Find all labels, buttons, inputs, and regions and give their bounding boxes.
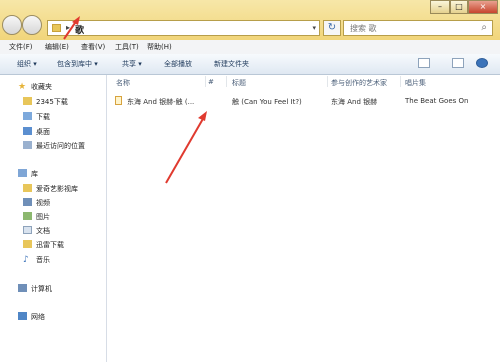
pictures-icon	[23, 212, 32, 220]
help-icon[interactable]	[476, 58, 488, 68]
search-placeholder: 搜索 歌	[350, 24, 377, 33]
menu-view[interactable]: 查看(V)	[81, 42, 105, 52]
documents-icon	[23, 226, 32, 234]
watermark-title: 百科全说	[362, 293, 446, 317]
sidebar-item-documents[interactable]: 文档	[36, 226, 50, 236]
sidebar-item-xunlei[interactable]: 迅雷下载	[36, 240, 64, 250]
folder-icon	[23, 97, 32, 105]
star-icon: ★	[18, 82, 27, 92]
file-title[interactable]: 触 (Can You Feel It?)	[232, 97, 302, 107]
music-icon: ♪	[23, 255, 29, 265]
recent-places-icon	[23, 141, 32, 149]
column-header-artist[interactable]: 参与创作的艺术家	[331, 78, 387, 88]
view-options-icon[interactable]	[418, 58, 430, 68]
folder-icon	[23, 240, 32, 248]
sidebar-item-iqiyi[interactable]: 爱奇艺影视库	[36, 184, 78, 194]
sidebar-item-downloads[interactable]: 下载	[36, 112, 50, 122]
file-artist[interactable]: 东海 And 银赫	[331, 97, 377, 107]
breadcrumb-current[interactable]: 歌	[75, 23, 84, 36]
include-in-library-button[interactable]: 包含到库中 ▾	[57, 59, 98, 69]
column-header-title[interactable]: 标题	[232, 78, 246, 88]
close-button[interactable]: ×	[468, 0, 498, 14]
column-divider[interactable]	[400, 76, 401, 87]
address-bar[interactable]: ▸ 歌 ▾	[47, 20, 320, 36]
computer-icon	[18, 284, 27, 292]
sidebar-favorites[interactable]: 收藏夹	[31, 82, 52, 92]
menu-help[interactable]: 帮助(H)	[147, 42, 172, 52]
search-icon[interactable]: ⌕	[481, 22, 487, 33]
forward-button[interactable]	[22, 15, 42, 35]
sidebar-item-desktop[interactable]: 桌面	[36, 127, 50, 137]
sidebar-item-pictures[interactable]: 图片	[36, 212, 50, 222]
sidebar-item-recent[interactable]: 最近访问的位置	[36, 141, 85, 151]
refresh-button[interactable]: ↻	[323, 20, 341, 36]
folder-icon	[23, 184, 32, 192]
file-name[interactable]: 东海 And 银赫-触 (...	[127, 97, 194, 107]
file-album[interactable]: The Beat Goes On	[405, 97, 468, 105]
chevron-down-icon[interactable]: ▾	[312, 24, 316, 32]
menu-edit[interactable]: 编辑(E)	[45, 42, 69, 52]
column-divider[interactable]	[205, 76, 206, 87]
menu-bar: 文件(F) 编辑(E) 查看(V) 工具(T) 帮助(H)	[0, 40, 500, 55]
download-folder-icon	[23, 112, 32, 120]
play-all-button[interactable]: 全部播放	[164, 59, 192, 69]
search-input[interactable]: 搜索 歌 ⌕	[343, 20, 493, 36]
sidebar-computer[interactable]: 计算机	[31, 284, 52, 294]
column-header-track[interactable]: #	[208, 78, 214, 86]
folder-icon	[52, 24, 61, 32]
desktop-icon	[23, 127, 32, 135]
breadcrumb-chevron-icon[interactable]: ▸	[66, 23, 70, 32]
column-divider[interactable]	[327, 76, 328, 87]
sidebar-network[interactable]: 网络	[31, 312, 45, 322]
maximize-button[interactable]: □	[450, 0, 468, 14]
column-divider[interactable]	[226, 76, 227, 87]
watermark-subtitle: 助你轻松解决	[376, 322, 436, 333]
preview-pane-icon[interactable]	[452, 58, 464, 68]
watermark-logo: 百科全说 助你轻松解决	[338, 287, 468, 339]
column-header-album[interactable]: 唱片集	[405, 78, 426, 88]
new-folder-button[interactable]: 新建文件夹	[214, 59, 249, 69]
music-file-icon	[115, 96, 122, 105]
column-header-name[interactable]: 名称	[116, 78, 130, 88]
menu-tools[interactable]: 工具(T)	[115, 42, 139, 52]
sidebar-item-2345-download[interactable]: 2345下载	[36, 97, 68, 107]
sidebar-item-music[interactable]: 音乐	[36, 255, 50, 265]
minimize-button[interactable]: –	[430, 0, 450, 14]
sidebar-item-videos[interactable]: 视频	[36, 198, 50, 208]
navigation-pane	[0, 75, 107, 362]
library-icon	[18, 169, 27, 177]
video-icon	[23, 198, 32, 206]
command-bar: 组织 ▾ 包含到库中 ▾ 共享 ▾ 全部播放 新建文件夹	[0, 54, 500, 75]
share-button[interactable]: 共享 ▾	[122, 59, 142, 69]
back-button[interactable]	[2, 15, 22, 35]
sidebar-library[interactable]: 库	[31, 169, 38, 179]
network-icon	[18, 312, 27, 320]
menu-file[interactable]: 文件(F)	[9, 42, 33, 52]
organize-button[interactable]: 组织 ▾	[17, 59, 37, 69]
